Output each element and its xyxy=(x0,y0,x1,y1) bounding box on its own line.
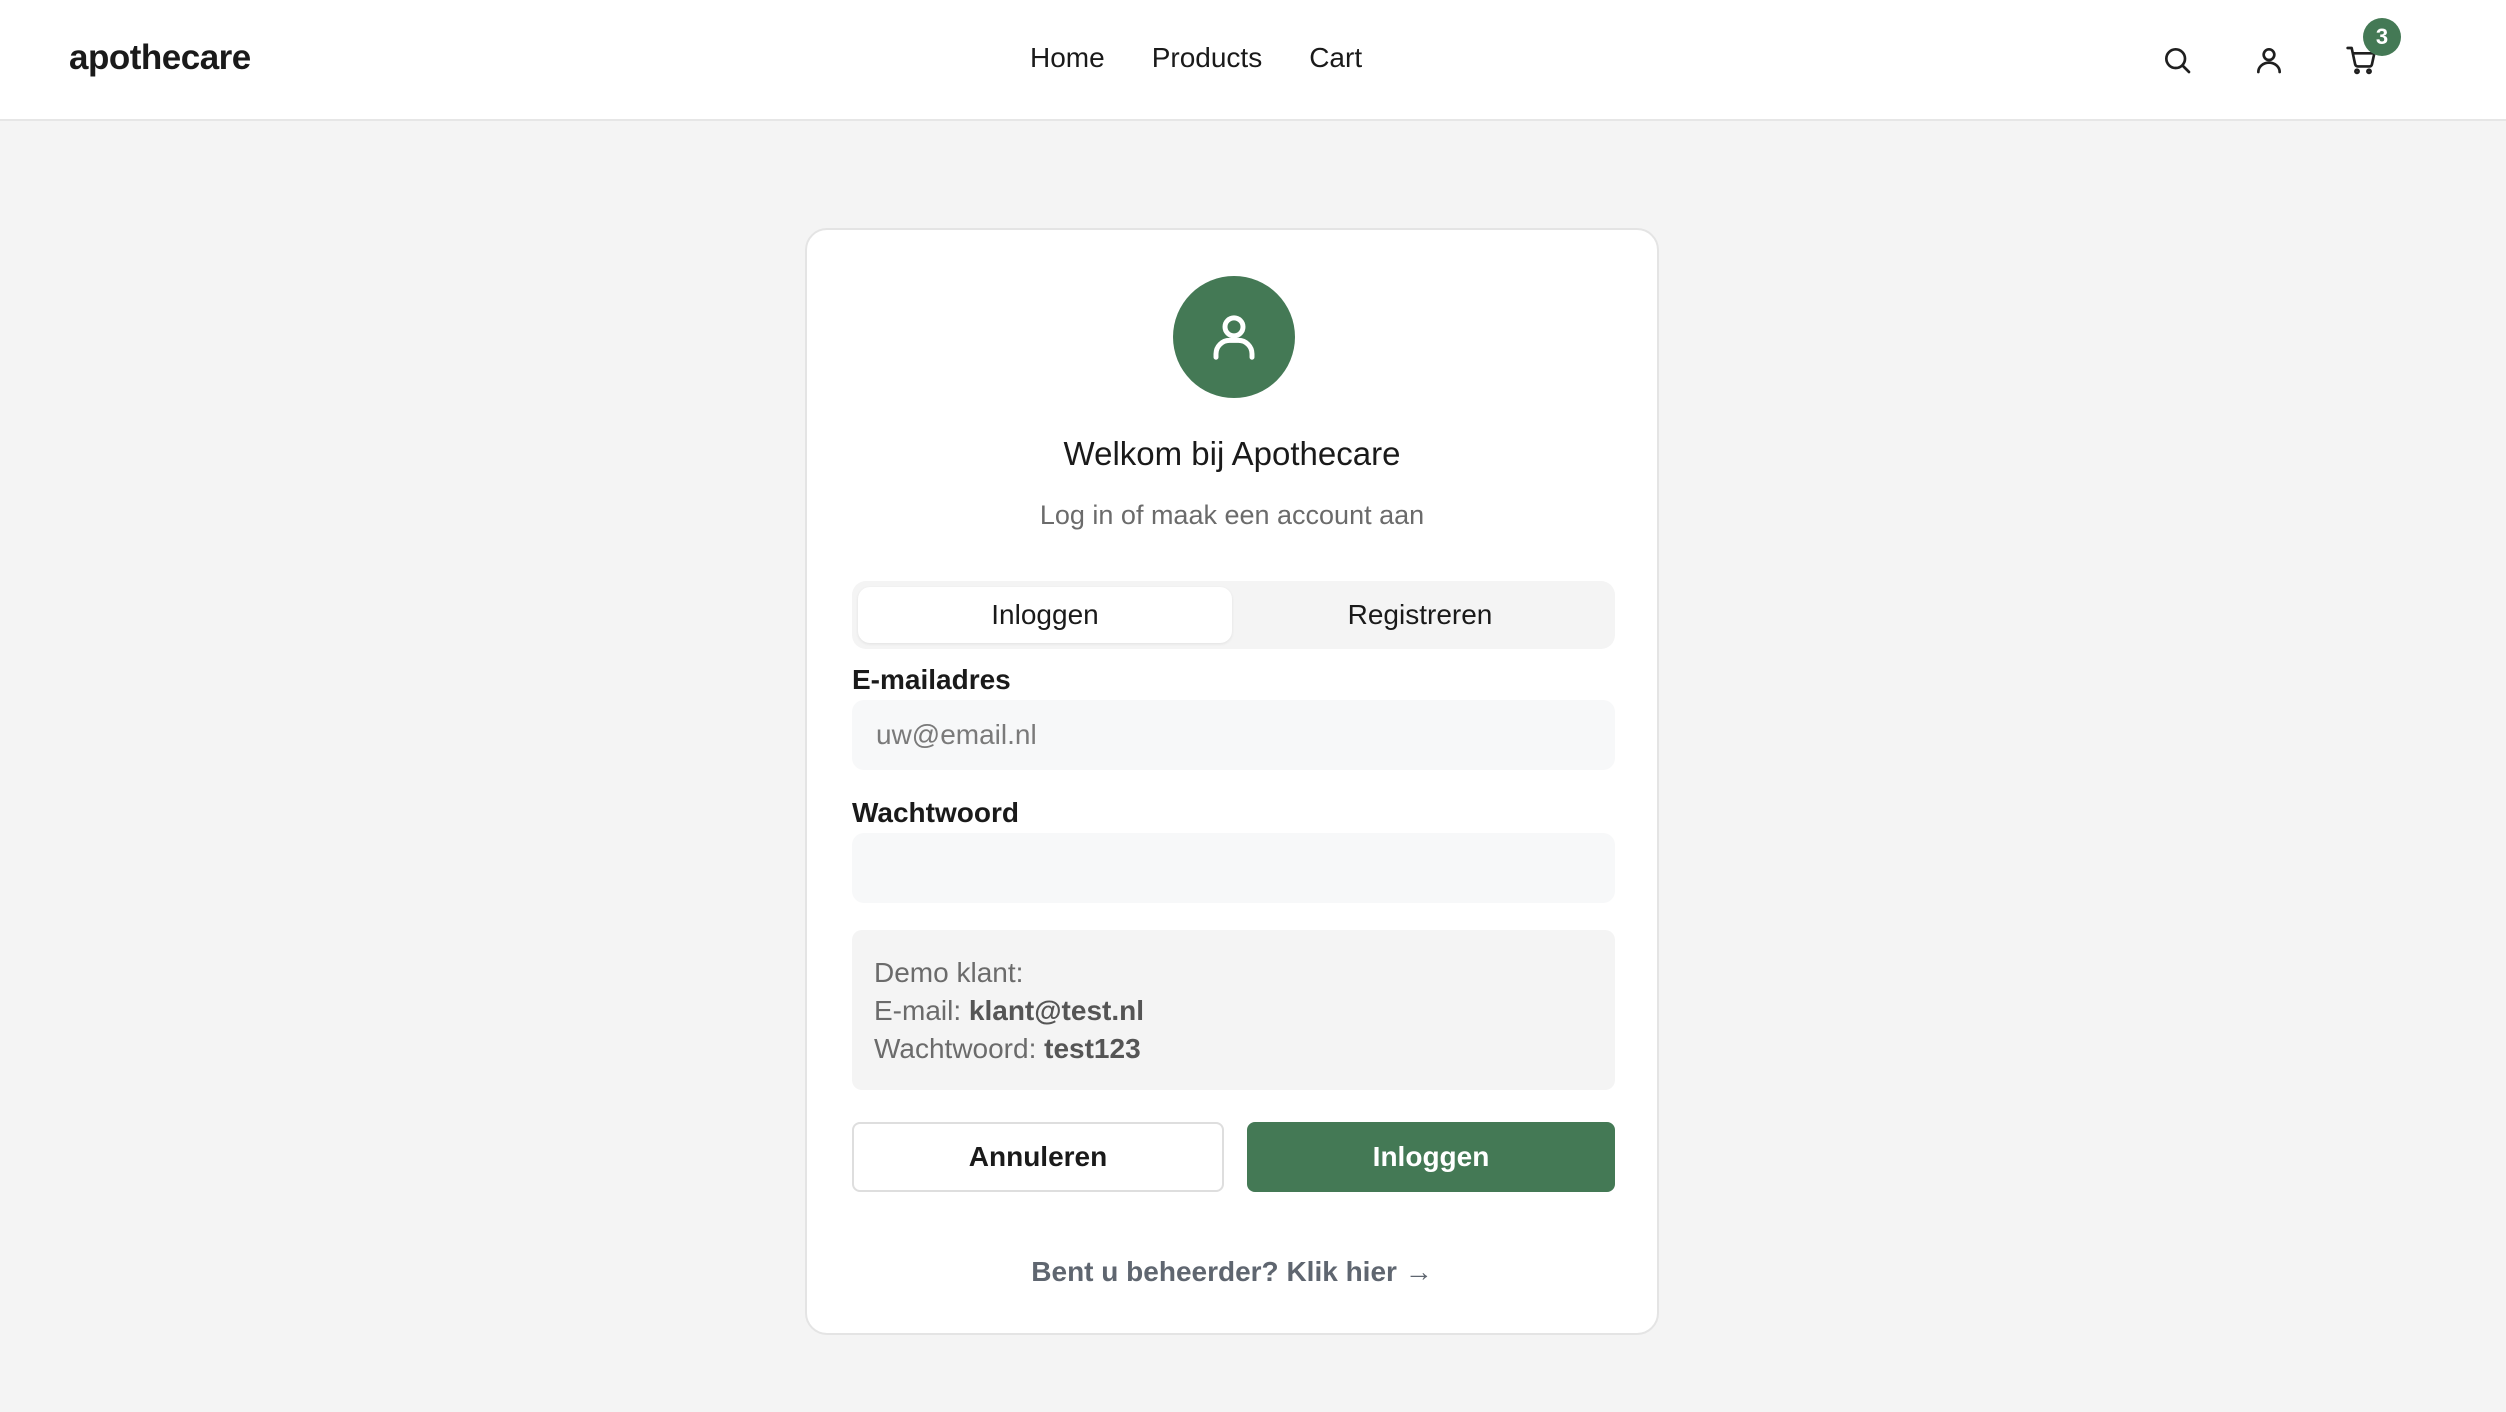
user-icon xyxy=(1213,315,1255,360)
login-card: Welkom bij Apothecare Log in of maak een… xyxy=(805,228,1659,1335)
nav-products-link[interactable]: Products xyxy=(1152,42,1263,74)
welcome-title: Welkom bij Apothecare xyxy=(1063,435,1401,472)
main-nav: Home Products Cart xyxy=(1030,42,1362,74)
demo-password-prefix: Wachtwoord: xyxy=(874,1033,1045,1064)
search-icon xyxy=(2165,48,2191,74)
tab-login[interactable]: Inloggen xyxy=(858,587,1232,643)
cancel-button[interactable]: Annuleren xyxy=(852,1122,1224,1192)
tab-register[interactable]: Registreren xyxy=(1233,587,1607,643)
brand-logo[interactable]: apothecare xyxy=(69,38,251,78)
search-button[interactable] xyxy=(2157,40,2197,80)
email-field[interactable] xyxy=(852,700,1615,770)
demo-password-value: test123 xyxy=(1044,1033,1141,1064)
auth-tabs: Inloggen Registreren xyxy=(852,581,1615,649)
email-label: E-mailadres xyxy=(852,664,1011,695)
user-icon xyxy=(2257,48,2281,74)
account-button[interactable] xyxy=(2249,40,2289,80)
demo-title: Demo klant: xyxy=(874,957,1024,988)
nav-home-link[interactable]: Home xyxy=(1030,42,1105,74)
demo-email-value: klant@test.nl xyxy=(968,995,1145,1026)
cart-count-badge: 3 xyxy=(2363,18,2401,56)
demo-email-prefix: E-mail: xyxy=(874,995,969,1026)
avatar xyxy=(1173,276,1295,398)
login-submit-button[interactable]: Inloggen xyxy=(1247,1122,1615,1192)
welcome-subtitle: Log in of maak een account aan xyxy=(1039,500,1425,530)
password-field[interactable] xyxy=(852,833,1615,903)
nav-cart-link[interactable]: Cart xyxy=(1309,42,1362,74)
demo-credentials-box: Demo klant: E-mail: klant@test.nl Wachtw… xyxy=(852,930,1615,1090)
admin-login-link[interactable]: Bent u beheerder? Klik hier → xyxy=(807,1256,1657,1288)
demo-email-line: E-mail: klant@test.nl xyxy=(874,992,1593,1030)
password-label: Wachtwoord xyxy=(852,797,1019,828)
demo-password-line: Wachtwoord: test123 xyxy=(874,1030,1593,1068)
top-navigation-bar: apothecare Home Products Cart 3 xyxy=(0,0,2506,121)
